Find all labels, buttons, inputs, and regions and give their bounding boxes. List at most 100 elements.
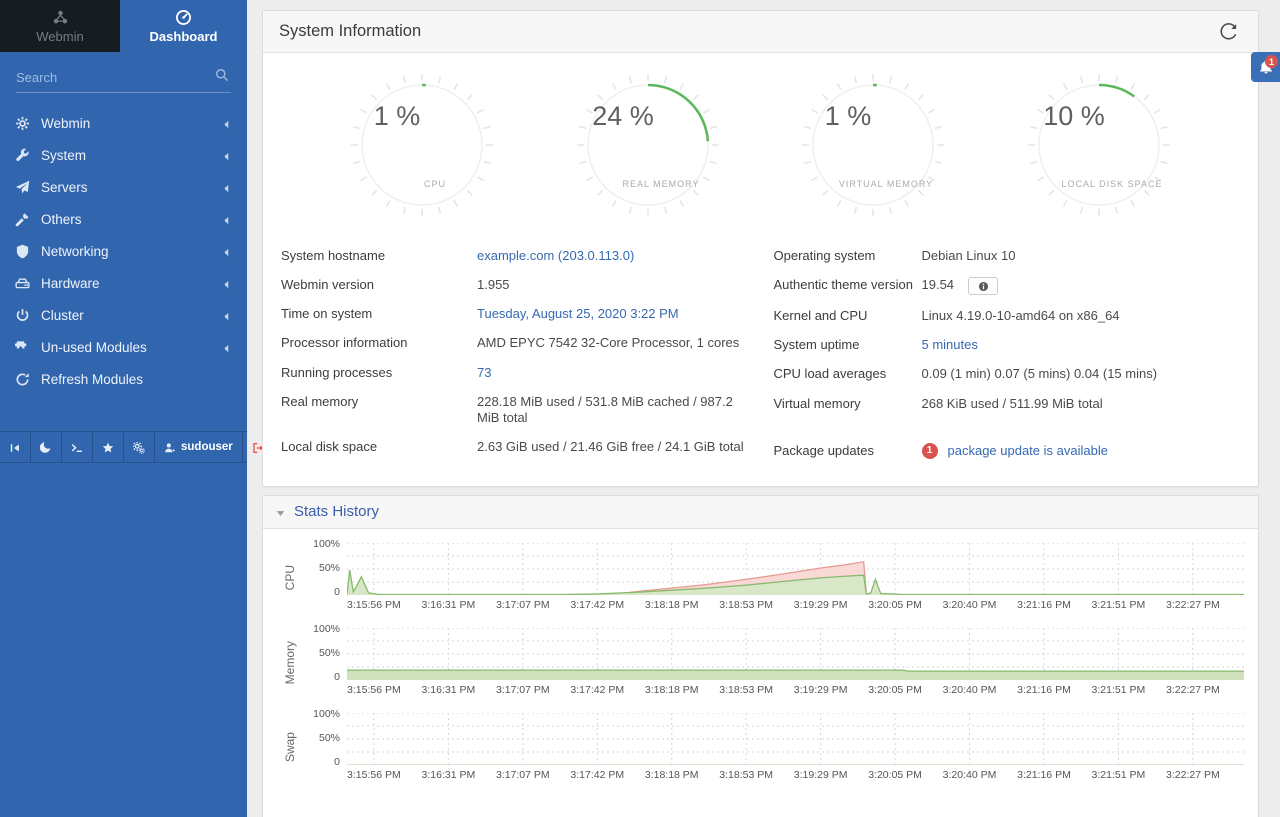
gauge-real-memory: 24 % REAL MEMORY bbox=[568, 65, 728, 225]
info-label: Processor information bbox=[281, 335, 477, 351]
info-value-text: Debian Linux 10 bbox=[922, 248, 1016, 264]
info-value-link[interactable]: Tuesday, August 25, 2020 3:22 PM bbox=[477, 306, 679, 322]
x-tick-label: 3:20:40 PM bbox=[943, 769, 997, 781]
info-value: Linux 4.19.0-10-amd64 on x86_64 bbox=[922, 308, 1120, 324]
x-tick-label: 3:18:53 PM bbox=[719, 599, 773, 611]
chart-ylabel: Swap bbox=[277, 713, 303, 783]
webmin-logo-icon bbox=[52, 9, 69, 26]
gauges-row: 1 % CPU 24 % REAL MEMORY 1 % VIRTUAL MEM… bbox=[263, 53, 1258, 225]
sidebar-item-label: Webmin bbox=[41, 116, 90, 131]
terminal-icon bbox=[71, 441, 83, 453]
x-tick-label: 3:21:51 PM bbox=[1092, 769, 1146, 781]
gauge-local-disk-space: 10 % LOCAL DISK SPACE bbox=[1019, 65, 1179, 225]
tab-dashboard[interactable]: Dashboard bbox=[120, 0, 247, 52]
info-row-time-on-system: Time on systemTuesday, August 25, 2020 3… bbox=[281, 300, 748, 329]
info-value-text: 1.955 bbox=[477, 277, 510, 293]
x-tick-label: 3:18:18 PM bbox=[645, 599, 699, 611]
x-tick-label: 3:16:31 PM bbox=[422, 599, 476, 611]
svg-text:REAL MEMORY: REAL MEMORY bbox=[622, 179, 699, 189]
user-icon bbox=[164, 441, 176, 453]
terminal-button[interactable] bbox=[62, 432, 93, 462]
info-value: 1.955 bbox=[477, 277, 510, 293]
search-input[interactable] bbox=[16, 66, 231, 93]
info-value-text: AMD EPYC 7542 32-Core Processor, 1 cores bbox=[477, 335, 739, 351]
caret-left-icon bbox=[221, 278, 232, 289]
refresh-button[interactable] bbox=[1220, 21, 1242, 43]
info-label: Time on system bbox=[281, 306, 477, 322]
gears-icon bbox=[133, 441, 145, 453]
x-tick-label: 3:22:27 PM bbox=[1166, 769, 1220, 781]
info-value-text: 19.54 bbox=[922, 277, 955, 293]
info-row-running-processes: Running processes73 bbox=[281, 358, 748, 387]
svg-text:CPU: CPU bbox=[424, 179, 446, 189]
svg-text:VIRTUAL MEMORY: VIRTUAL MEMORY bbox=[839, 179, 933, 189]
chart-xticks: 3:15:56 PM3:16:31 PM3:17:07 PM3:17:42 PM… bbox=[347, 680, 1244, 698]
x-tick-label: 3:20:05 PM bbox=[868, 769, 922, 781]
favorites-button[interactable] bbox=[93, 432, 124, 462]
svg-text:10 %: 10 % bbox=[1043, 101, 1105, 131]
info-value: AMD EPYC 7542 32-Core Processor, 1 cores bbox=[477, 335, 739, 351]
sidebar-item-servers[interactable]: Servers bbox=[0, 171, 247, 203]
star-icon bbox=[102, 441, 114, 453]
info-label: Running processes bbox=[281, 365, 477, 381]
info-row-system-hostname: System hostnameexample.com (203.0.113.0) bbox=[281, 241, 748, 270]
chart-yticks: 100%50%0 bbox=[303, 543, 347, 595]
info-value-text: 228.18 MiB used / 531.8 MiB cached / 987… bbox=[477, 394, 748, 427]
settings-button[interactable] bbox=[124, 432, 155, 462]
tools-icon bbox=[15, 212, 30, 227]
info-label: System uptime bbox=[774, 337, 922, 353]
sidebar-item-refresh-modules[interactable]: Refresh Modules bbox=[0, 363, 247, 395]
sidebar-item-networking[interactable]: Networking bbox=[0, 235, 247, 267]
sidebar-item-label: Hardware bbox=[41, 276, 100, 291]
info-value-link[interactable]: 73 bbox=[477, 365, 491, 381]
info-value: Tuesday, August 25, 2020 3:22 PM bbox=[477, 306, 679, 322]
chart-swap: Swap 100%50%0 3:15:56 PM3:16:31 PM3:17:0… bbox=[277, 713, 1244, 783]
chart-yticks: 100%50%0 bbox=[303, 713, 347, 765]
info-label: Local disk space bbox=[281, 439, 477, 455]
sidebar-item-webmin[interactable]: Webmin bbox=[0, 107, 247, 139]
x-tick-label: 3:21:51 PM bbox=[1092, 684, 1146, 696]
info-row-webmin-version: Webmin version1.955 bbox=[281, 270, 748, 299]
sidebar-item-label: Refresh Modules bbox=[41, 372, 143, 387]
sidebar-item-un-used-modules[interactable]: Un-used Modules bbox=[0, 331, 247, 363]
theme-info-button[interactable] bbox=[968, 277, 998, 295]
sidebar-item-others[interactable]: Others bbox=[0, 203, 247, 235]
tab-webmin[interactable]: Webmin bbox=[0, 0, 120, 52]
chart-plot-area bbox=[347, 628, 1244, 680]
collapse-sidebar-button[interactable] bbox=[0, 432, 31, 462]
sidebar-item-cluster[interactable]: Cluster bbox=[0, 299, 247, 331]
shield-icon bbox=[15, 244, 30, 259]
sidebar-item-label: Cluster bbox=[41, 308, 84, 323]
info-value-link[interactable]: package update is available bbox=[948, 443, 1108, 459]
sidebar-item-system[interactable]: System bbox=[0, 139, 247, 171]
stats-history-header[interactable]: Stats History bbox=[263, 496, 1258, 529]
sidebar-nav: Webmin System Servers Others Networking … bbox=[0, 107, 247, 395]
info-value-link[interactable]: example.com (203.0.113.0) bbox=[477, 248, 634, 264]
stats-charts: CPU 100%50%0 3:15:56 PM3:16:31 PM3:17:07… bbox=[263, 529, 1258, 817]
caret-left-icon bbox=[221, 342, 232, 353]
x-tick-label: 3:22:27 PM bbox=[1166, 684, 1220, 696]
info-value: 73 bbox=[477, 365, 491, 381]
info-value-link[interactable]: 5 minutes bbox=[922, 337, 978, 353]
gear-icon bbox=[15, 116, 30, 131]
info-icon bbox=[978, 280, 989, 291]
x-tick-label: 3:21:16 PM bbox=[1017, 599, 1071, 611]
sidebar-item-label: Servers bbox=[41, 180, 88, 195]
info-value-text: 268 KiB used / 511.99 MiB total bbox=[922, 396, 1103, 412]
info-label: Virtual memory bbox=[774, 396, 922, 412]
info-value: 5 minutes bbox=[922, 337, 978, 353]
night-mode-button[interactable] bbox=[31, 432, 62, 462]
collapse-icon bbox=[9, 441, 21, 453]
info-row-virtual-memory: Virtual memory268 KiB used / 511.99 MiB … bbox=[774, 389, 1241, 418]
info-value: 268 KiB used / 511.99 MiB total bbox=[922, 396, 1103, 412]
x-tick-label: 3:18:18 PM bbox=[645, 769, 699, 781]
user-button[interactable]: sudouser bbox=[155, 432, 243, 462]
sidebar-item-label: Un-used Modules bbox=[41, 340, 147, 355]
x-tick-label: 3:20:05 PM bbox=[868, 599, 922, 611]
sidebar-item-hardware[interactable]: Hardware bbox=[0, 267, 247, 299]
page-title: System Information bbox=[279, 22, 421, 41]
notifications-tab[interactable]: 1 bbox=[1251, 52, 1280, 82]
power-icon bbox=[15, 308, 30, 323]
x-tick-label: 3:17:42 PM bbox=[570, 684, 624, 696]
svg-text:1 %: 1 % bbox=[374, 101, 421, 131]
